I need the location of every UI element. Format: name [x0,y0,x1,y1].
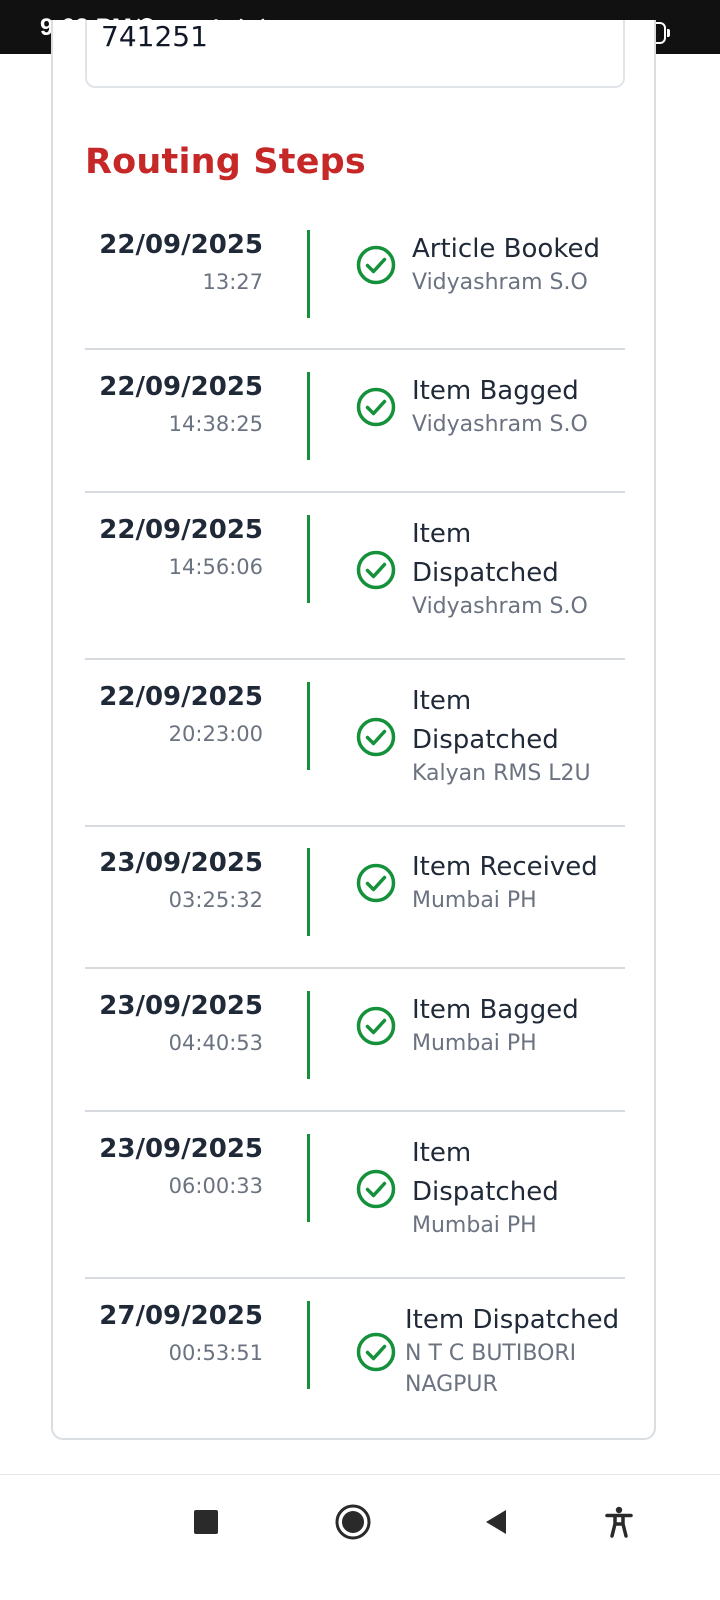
step-event: Item Bagged [412,376,579,406]
step-date: 22/09/2025 [99,515,263,545]
check-circle-icon [356,863,396,903]
step-date: 22/09/2025 [99,230,263,260]
check-circle-icon [356,245,396,285]
timeline-line [307,515,310,603]
tracking-card: 741251 Routing Steps 22/09/2025 13:27 Arti… [51,20,656,1440]
recents-square-icon[interactable] [194,1510,218,1534]
routing-steps-heading: Routing Steps [85,142,366,182]
routing-step-row: 22/09/2025 20:23:00 Item Dispatched Kalyan R… [85,662,625,827]
step-location: Mumbai PH [412,1213,537,1238]
timeline-line [307,1134,310,1222]
pin-field: 741251 [85,20,625,88]
step-time: 06:00:33 [168,1174,263,1198]
back-triangle-icon[interactable] [482,1508,510,1536]
timeline-line [307,848,310,936]
step-date: 22/09/2025 [99,372,263,402]
step-event: Item [412,1138,472,1168]
check-circle-icon [356,717,396,756]
accessibility-icon[interactable] [604,1506,634,1538]
step-location: Mumbai PH [412,888,537,913]
check-circle-icon [356,1169,396,1208]
timeline-line [307,372,310,460]
routing-step-row: 23/09/2025 04:40:53 Item Bagged Mumbai PH [85,971,625,1112]
step-event: Item Dispatched [405,1305,620,1335]
timeline-line [307,991,310,1079]
step-location: Kalyan RMS L2U [412,761,591,786]
routing-step-row: 22/09/2025 13:27 Article Booked Vidyashram … [85,210,625,350]
step-time: 13:27 [202,270,263,294]
step-time: 14:56:06 [168,555,263,579]
timeline-line [307,1301,310,1389]
check-circle-icon [356,1332,396,1371]
step-event: Item [412,519,472,549]
check-circle-icon [356,550,396,589]
step-event: Dispatched [412,1177,559,1207]
timeline-line [307,230,310,318]
step-location: NAGPUR [405,1372,498,1397]
routing-step-row: 23/09/2025 06:00:33 Item Dispatched Mumbai P… [85,1114,625,1279]
step-location: Vidyashram S.O [412,594,588,619]
step-event: Dispatched [412,725,559,755]
step-date: 23/09/2025 [99,1134,263,1164]
step-location: Vidyashram S.O [412,270,588,295]
pin-value: 741251 [101,20,208,53]
step-event: Item [412,686,472,716]
step-date: 22/09/2025 [99,682,263,712]
home-circle-icon[interactable] [333,1502,373,1542]
step-date: 23/09/2025 [99,991,263,1021]
step-time: 20:23:00 [168,722,263,746]
step-time: 00:53:51 [168,1341,263,1365]
navigation-bar [0,1474,720,1600]
routing-step-row: 23/09/2025 03:25:32 Item Received Mumbai PH [85,828,625,969]
step-event: Article Booked [412,234,600,264]
step-time: 14:38:25 [168,412,263,436]
step-time: 03:25:32 [168,888,263,912]
routing-step-row: 22/09/2025 14:38:25 Item Bagged Vidyashram … [85,352,625,493]
check-circle-icon [356,1006,396,1046]
step-date: 27/09/2025 [99,1301,263,1331]
routing-step-row: 27/09/2025 00:53:51 Item Dispatched N T C B… [85,1281,625,1438]
step-location: N T C BUTIBORI [405,1341,577,1366]
timeline-line [307,682,310,770]
check-circle-icon [356,387,396,427]
step-time: 04:40:53 [168,1031,263,1055]
step-event: Item Bagged [412,995,579,1025]
routing-step-row: 22/09/2025 14:56:06 Item Dispatched Vidyashr… [85,495,625,660]
step-event: Dispatched [412,558,559,588]
step-date: 23/09/2025 [99,848,263,878]
step-event: Item Received [412,852,598,882]
step-location: Vidyashram S.O [412,412,588,437]
step-location: Mumbai PH [412,1031,537,1056]
